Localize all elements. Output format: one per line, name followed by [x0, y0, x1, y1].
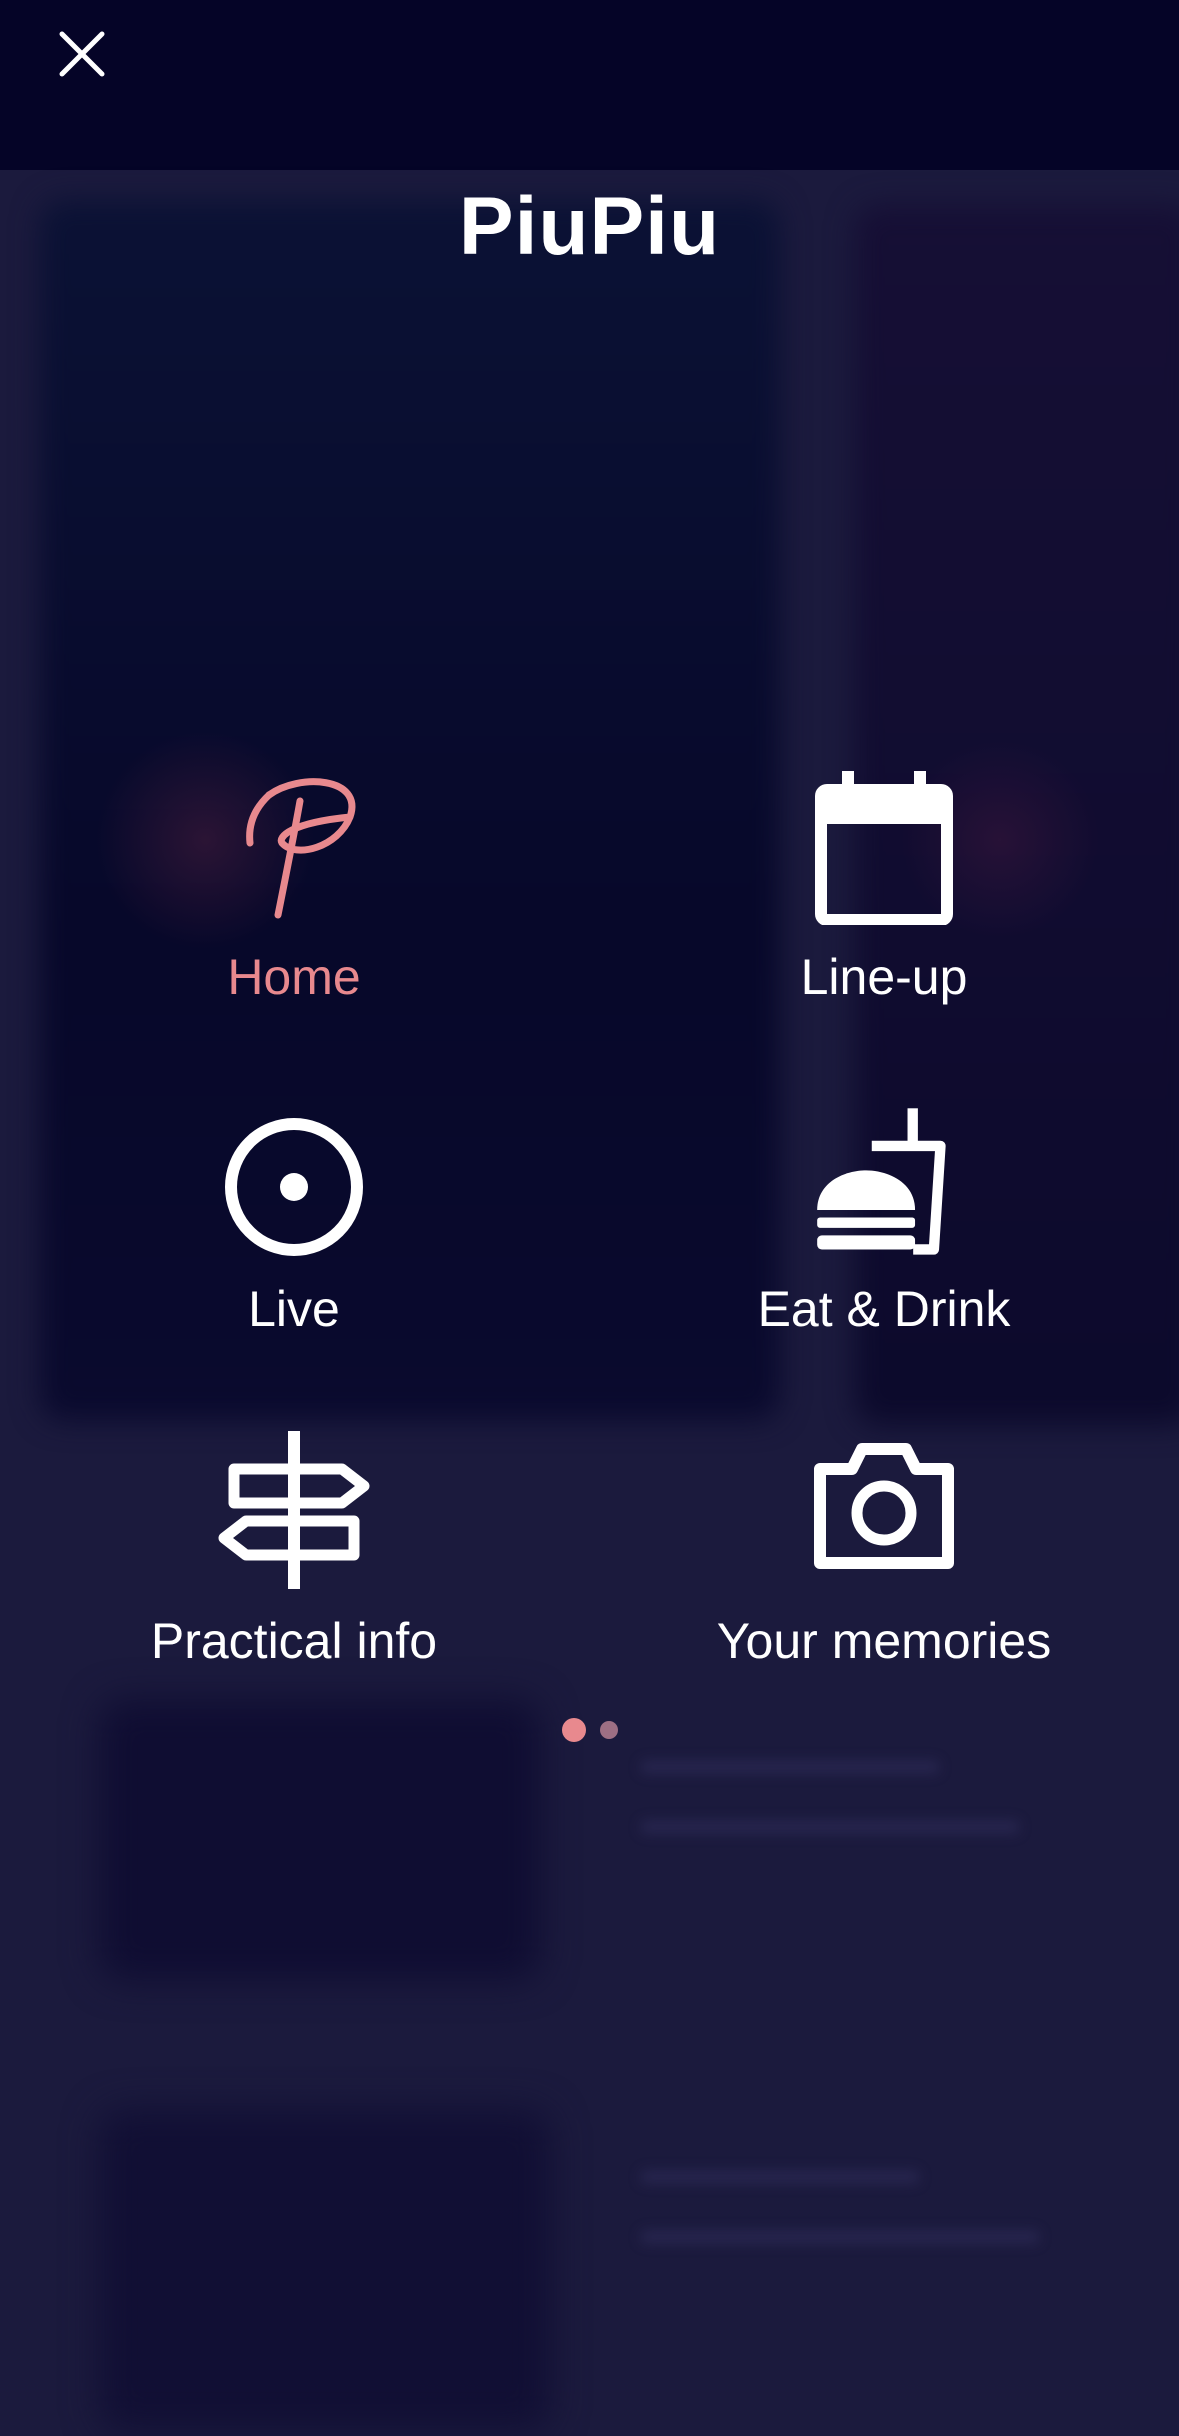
menu-item-line-up[interactable]: Line-up: [674, 760, 1094, 1060]
calendar-icon: [804, 760, 964, 930]
menu-item-eat-and-drink[interactable]: Eat & Drink: [674, 1092, 1094, 1392]
page-dot[interactable]: [599, 1721, 618, 1739]
burger-drink-icon: [804, 1092, 964, 1262]
menu-item-live[interactable]: Live: [84, 1092, 504, 1392]
menu-item-label: Practical info: [150, 1613, 438, 1669]
menu-item-label: Home: [227, 949, 361, 1005]
page-dot-active[interactable]: [561, 1718, 586, 1742]
menu-item-label: Eat & Drink: [757, 1281, 1011, 1337]
menu-grid: Home Line-up Live Eat & Drink Practical …: [0, 0, 1179, 2436]
menu-item-your-memories[interactable]: Your memories: [674, 1424, 1094, 1724]
menu-item-label: Your memories: [716, 1613, 1052, 1669]
menu-item-practical-info[interactable]: Practical info: [84, 1424, 504, 1724]
page-indicator: [0, 1718, 1179, 1742]
piupiu-logo-icon: [214, 760, 374, 930]
camera-icon: [804, 1424, 964, 1594]
signpost-icon: [214, 1424, 374, 1594]
live-target-icon: [214, 1092, 374, 1262]
menu-item-label: Line-up: [800, 949, 968, 1005]
menu-item-home[interactable]: Home: [84, 760, 504, 1060]
menu-item-label: Live: [248, 1281, 340, 1337]
